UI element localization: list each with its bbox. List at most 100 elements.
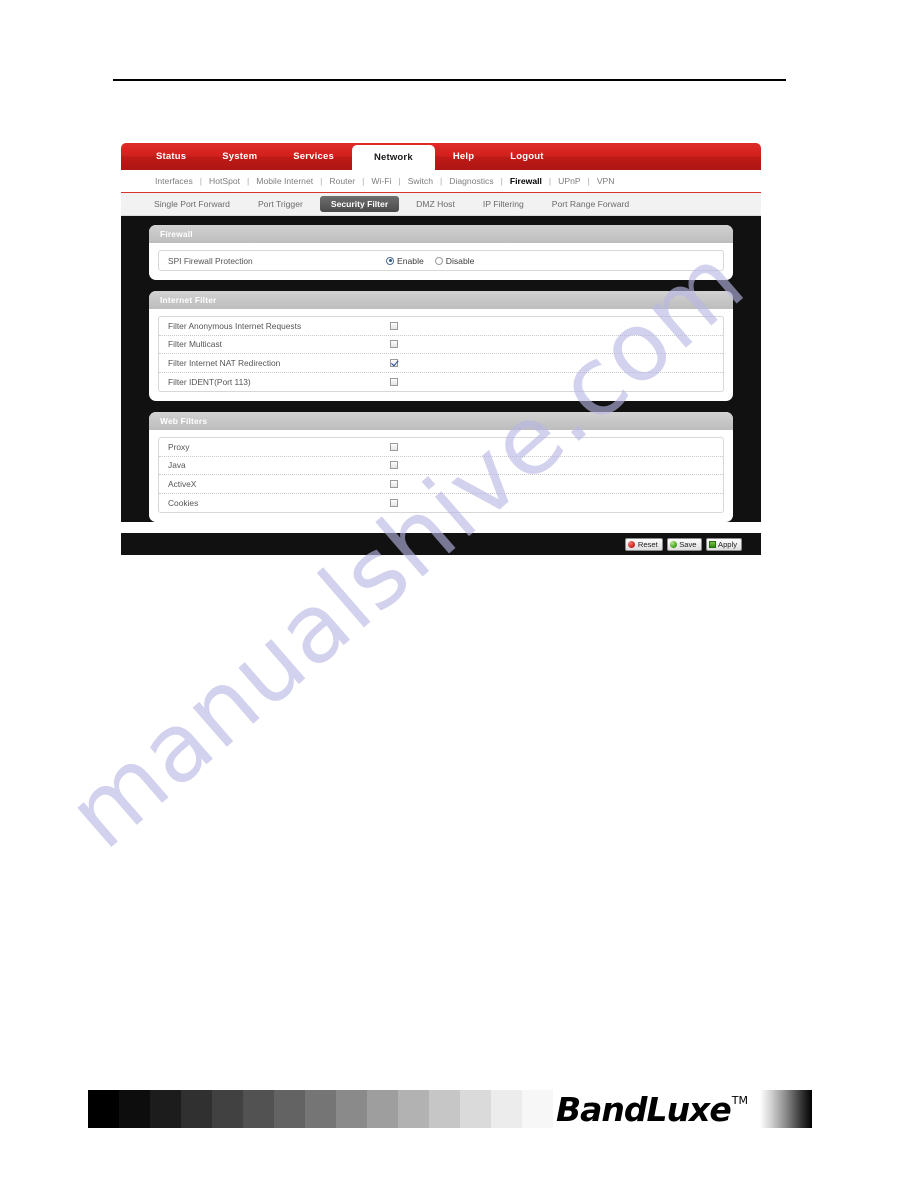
grayscale-step-3: [181, 1090, 212, 1128]
radio-enable-icon[interactable]: [386, 256, 394, 265]
checkbox-proxy[interactable]: [390, 442, 398, 451]
ui-content-area: Firewall SPI Firewall Protection Enable D…: [121, 216, 761, 522]
filter-row: ActiveX: [159, 475, 723, 494]
checkbox-cell[interactable]: [390, 321, 398, 330]
panel-header-firewall: Firewall: [149, 225, 733, 243]
third-nav-item-port-range-forward[interactable]: Port Range Forward: [541, 196, 640, 212]
sub-nav-item-wi-fi[interactable]: Wi-Fi: [364, 176, 398, 186]
checkbox-activex[interactable]: [390, 479, 398, 488]
spi-firewall-field: SPI Firewall Protection Enable Disable: [158, 250, 724, 271]
sub-nav-item-firewall[interactable]: Firewall: [503, 176, 549, 186]
internet-filter-label-filter-ident-port-113: Filter IDENT(Port 113): [168, 376, 251, 387]
grayscale-step-7: [305, 1090, 336, 1128]
apply-button[interactable]: Apply: [705, 537, 742, 551]
sub-nav-item-diagnostics[interactable]: Diagnostics: [442, 176, 500, 186]
third-nav-item-security-filter[interactable]: Security Filter: [319, 196, 400, 212]
checkbox-cell[interactable]: [390, 498, 398, 507]
checkbox-filter-multicast[interactable]: [390, 340, 398, 349]
main-tab-logout[interactable]: Logout: [492, 143, 561, 170]
filter-row: Filter IDENT(Port 113): [159, 373, 723, 392]
third-nav-item-single-port-forward[interactable]: Single Port Forward: [143, 196, 241, 212]
checkbox-cookies[interactable]: [390, 498, 398, 507]
grayscale-step-9: [367, 1090, 398, 1128]
sub-nav-item-switch[interactable]: Switch: [401, 176, 440, 186]
grayscale-step-12: [460, 1090, 491, 1128]
panel-title: Internet Filter: [160, 295, 217, 305]
sub-nav-item-hotspot[interactable]: HotSpot: [202, 176, 247, 186]
panel-firewall: Firewall SPI Firewall Protection Enable D…: [149, 225, 733, 280]
sub-nav-item-mobile-internet[interactable]: Mobile Internet: [249, 176, 320, 186]
grayscale-step-10: [398, 1090, 429, 1128]
internet-filter-list: Filter Anonymous Internet Requests Filter…: [158, 316, 724, 392]
checkbox-cell[interactable]: [390, 377, 398, 386]
web-filters-list: Proxy Java ActiveX Cookies: [158, 437, 724, 513]
sub-nav-item-upnp[interactable]: UPnP: [551, 176, 587, 186]
filter-row: Filter Anonymous Internet Requests: [159, 317, 723, 336]
radio-option-disable[interactable]: Disable: [434, 255, 475, 266]
grayscale-step-11: [429, 1090, 460, 1128]
grayscale-step-8: [336, 1090, 367, 1128]
header-rule: [113, 79, 786, 81]
trademark-symbol: TM: [731, 1094, 748, 1107]
sub-nav-item-router[interactable]: Router: [322, 176, 362, 186]
save-icon: [669, 540, 677, 548]
sub-nav-bar: Interfaces | HotSpot | Mobile Internet | Route…: [121, 170, 761, 193]
checkbox-cell[interactable]: [390, 442, 398, 451]
third-nav-item-dmz-host[interactable]: DMZ Host: [405, 196, 466, 212]
filter-row: Java: [159, 457, 723, 475]
panel-body-web-filters: Proxy Java ActiveX Cookies: [149, 430, 733, 522]
grayscale-step-13: [491, 1090, 522, 1128]
grayscale-step-2: [150, 1090, 181, 1128]
main-tab-network[interactable]: Network: [351, 145, 435, 170]
radio-label: Disable: [445, 255, 475, 266]
checkbox-filter-ident-port-113[interactable]: [390, 377, 398, 386]
brand-name: BandLuxe: [556, 1089, 732, 1129]
ui-footer-actions: Reset Save Apply: [121, 533, 761, 555]
grayscale-step-6: [274, 1090, 305, 1128]
filter-row: Filter Multicast: [159, 336, 723, 354]
web-filter-label-proxy: Proxy: [168, 441, 190, 452]
button-label: Apply: [718, 539, 737, 549]
main-tab-system[interactable]: System: [204, 143, 275, 170]
checkbox-filter-internet-nat-redirection[interactable]: [390, 358, 398, 367]
gradient-calibration-block: [760, 1090, 812, 1128]
spi-firewall-label: SPI Firewall Protection: [168, 255, 253, 266]
panel-internet-filter: Internet Filter Filter Anonymous Interne…: [149, 291, 733, 401]
filter-row: Filter Internet NAT Redirection: [159, 354, 723, 373]
reset-icon: [628, 540, 636, 548]
button-label: Save: [679, 539, 697, 549]
panel-body-firewall: SPI Firewall Protection Enable Disable: [149, 243, 733, 280]
sub-nav-item-vpn[interactable]: VPN: [590, 176, 622, 186]
checkbox-cell[interactable]: [390, 358, 398, 367]
sub-nav-item-interfaces[interactable]: Interfaces: [148, 176, 200, 186]
main-tab-status[interactable]: Status: [138, 143, 204, 170]
main-tab-services[interactable]: Services: [275, 143, 352, 170]
checkbox-cell[interactable]: [390, 340, 398, 349]
checkbox-cell[interactable]: [390, 479, 398, 488]
radio-disable-icon[interactable]: [434, 256, 443, 265]
reset-button[interactable]: Reset: [625, 537, 663, 551]
router-admin-ui: Status System Services Network Help Logout In…: [121, 143, 761, 555]
third-nav-item-ip-filtering[interactable]: IP Filtering: [472, 196, 535, 212]
grayscale-step-4: [212, 1090, 243, 1128]
spi-firewall-radio-group: Enable Disable: [386, 256, 474, 266]
brand-logo: BandLuxe TM: [556, 1089, 748, 1129]
checkbox-filter-anonymous-internet-requests[interactable]: [390, 321, 398, 330]
radio-option-enable[interactable]: Enable: [386, 256, 424, 266]
grayscale-step-14: [522, 1090, 553, 1128]
panel-title: Web Filters: [160, 416, 208, 426]
filter-row: Proxy: [159, 438, 723, 457]
main-tab-help[interactable]: Help: [435, 143, 492, 170]
filter-row: Cookies: [159, 494, 723, 513]
button-label: Reset: [637, 539, 658, 549]
grayscale-step-0: [88, 1090, 119, 1128]
checkbox-java[interactable]: [390, 461, 398, 470]
apply-icon: [708, 540, 716, 548]
grayscale-step-1: [119, 1090, 150, 1128]
grayscale-calibration-bar: [88, 1090, 553, 1128]
radio-label: Enable: [397, 255, 424, 266]
panel-body-internet-filter: Filter Anonymous Internet Requests Filter…: [149, 309, 733, 401]
checkbox-cell[interactable]: [390, 461, 398, 470]
third-nav-item-port-trigger[interactable]: Port Trigger: [247, 196, 314, 212]
save-button[interactable]: Save: [666, 537, 702, 551]
